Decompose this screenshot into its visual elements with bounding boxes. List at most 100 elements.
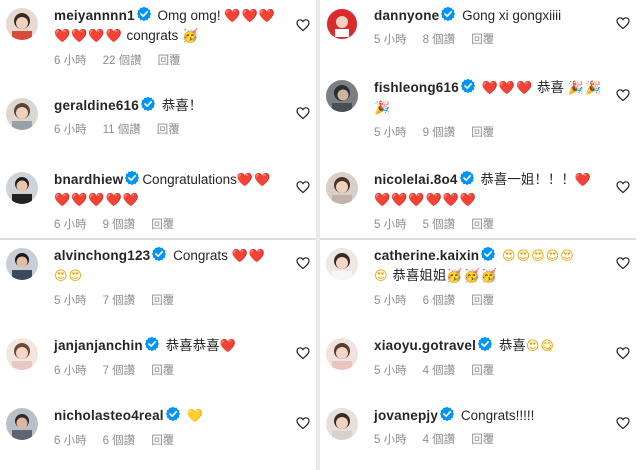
- username[interactable]: fishleong616: [374, 80, 459, 95]
- verified-badge-icon: [136, 6, 151, 22]
- like-count[interactable]: 5 個讚: [423, 219, 456, 231]
- like-count[interactable]: 7 個讚: [103, 295, 136, 307]
- heart-eyes-emoji: 😍😋: [525, 339, 555, 354]
- comment-meta: 5 小時 7 個讚 回覆: [54, 292, 286, 311]
- reply-button[interactable]: 回覆: [158, 55, 181, 67]
- avatar[interactable]: [6, 248, 38, 280]
- timestamp: 5 小時: [374, 365, 407, 377]
- reply-button[interactable]: 回覆: [151, 365, 174, 377]
- heart-outline-icon[interactable]: [296, 346, 310, 360]
- heart-outline-icon[interactable]: [616, 16, 630, 30]
- verified-badge-icon: [441, 6, 456, 22]
- username[interactable]: xiaoyu.gotravel: [374, 338, 476, 353]
- heart-outline-icon[interactable]: [616, 180, 630, 194]
- comment-meta: 6 小時 7 個讚 回覆: [54, 362, 286, 381]
- avatar[interactable]: [326, 338, 358, 370]
- verified-badge-icon: [152, 246, 167, 262]
- heart-outline-icon[interactable]: [296, 18, 310, 32]
- username[interactable]: geraldine616: [54, 98, 139, 113]
- comment-text: Congratulations: [142, 172, 237, 187]
- reply-button[interactable]: 回覆: [157, 124, 180, 136]
- heart-outline-icon[interactable]: [616, 256, 630, 270]
- avatar[interactable]: [326, 8, 358, 40]
- comment-text: 恭喜姐姐: [392, 268, 447, 283]
- heart-outline-icon[interactable]: [616, 88, 630, 102]
- verified-badge-icon: [125, 170, 140, 186]
- reply-button[interactable]: 回覆: [471, 365, 494, 377]
- timestamp: 6 小時: [54, 124, 87, 136]
- avatar[interactable]: [6, 338, 38, 370]
- heart-outline-icon[interactable]: [616, 416, 630, 430]
- avatar[interactable]: [6, 408, 38, 440]
- party-popper-emoji: 🎉🎉: [567, 81, 603, 96]
- username[interactable]: nicholasteo4real: [54, 408, 164, 423]
- reply-button[interactable]: 回覆: [471, 34, 494, 46]
- avatar[interactable]: [326, 80, 358, 112]
- comment-meta: 5 小時 8 個讚 回覆: [374, 31, 606, 50]
- heart-eyes-emoji: 😍😍😍😍😍: [502, 249, 575, 264]
- yellow-heart-emoji: 💛: [186, 409, 204, 424]
- comment-text: 恭喜: [498, 338, 526, 353]
- reply-button[interactable]: 回覆: [471, 434, 494, 446]
- reply-button[interactable]: 回覆: [471, 219, 494, 231]
- like-count[interactable]: 9 個讚: [423, 127, 456, 139]
- avatar[interactable]: [6, 8, 38, 40]
- reply-button[interactable]: 回覆: [151, 295, 174, 307]
- heart-outline-icon[interactable]: [296, 106, 310, 120]
- username[interactable]: janjanjanchin: [54, 338, 143, 353]
- section-divider: [320, 238, 636, 240]
- timestamp: 5 小時: [374, 34, 407, 46]
- like-count[interactable]: 9 個讚: [103, 219, 136, 231]
- like-count[interactable]: 11 個讚: [103, 124, 141, 136]
- like-count[interactable]: 22 個讚: [103, 55, 142, 67]
- comment-meta: 5 小時 4 個讚 回覆: [374, 431, 606, 450]
- heart-eyes-emoji: 😍: [374, 269, 389, 284]
- avatar[interactable]: [326, 172, 358, 204]
- timestamp: 5 小時: [374, 295, 407, 307]
- username[interactable]: nicolelai.8o4: [374, 172, 458, 187]
- username[interactable]: catherine.kaixin: [374, 248, 479, 263]
- party-face-emoji: 🥳: [182, 29, 200, 44]
- heart-emoji: ❤️❤️❤️❤️❤️: [54, 193, 140, 208]
- heart-emoji: ❤️❤️❤️❤️: [54, 29, 123, 44]
- reply-button[interactable]: 回覆: [151, 219, 174, 231]
- comment-meta: 5 小時 9 個讚 回覆: [374, 124, 606, 143]
- comment-meta: 5 小時 5 個讚 回覆: [374, 216, 606, 235]
- username[interactable]: jovanepjy: [374, 408, 438, 423]
- avatar[interactable]: [6, 98, 38, 130]
- like-count[interactable]: 8 個讚: [423, 34, 456, 46]
- comment-text: Congrats!!!!!: [460, 408, 535, 423]
- like-count[interactable]: 6 個讚: [423, 295, 456, 307]
- verified-badge-icon: [459, 170, 474, 186]
- heart-outline-icon[interactable]: [296, 256, 310, 270]
- like-count[interactable]: 7 個讚: [103, 365, 136, 377]
- reply-button[interactable]: 回覆: [471, 127, 494, 139]
- heart-outline-icon[interactable]: [296, 416, 310, 430]
- comment-meta: 5 小時 4 個讚 回覆: [374, 362, 606, 381]
- heart-outline-icon[interactable]: [296, 180, 310, 194]
- username[interactable]: bnardhiew: [54, 172, 123, 187]
- reply-button[interactable]: 回覆: [471, 295, 494, 307]
- username[interactable]: dannyone: [374, 8, 439, 23]
- like-count[interactable]: 4 個讚: [423, 434, 456, 446]
- comment-text: Congrats: [173, 248, 228, 263]
- avatar[interactable]: [326, 248, 358, 280]
- reply-button[interactable]: 回覆: [151, 435, 174, 447]
- section-divider: [0, 238, 316, 240]
- comment-meta: 5 小時 6 個讚 回覆: [374, 292, 606, 311]
- verified-badge-icon: [481, 246, 496, 262]
- avatar[interactable]: [326, 408, 358, 440]
- heart-outline-icon[interactable]: [616, 346, 630, 360]
- comment-text: 恭喜！: [161, 98, 203, 113]
- comment-text: congrats: [126, 28, 179, 43]
- comment-text: Omg omg!: [157, 8, 221, 23]
- username[interactable]: meiyannnn1: [54, 8, 135, 23]
- heart-emoji: ❤️❤️: [236, 173, 272, 188]
- timestamp: 5 小時: [54, 295, 87, 307]
- heart-emoji: ❤️❤️❤️: [481, 81, 534, 96]
- like-count[interactable]: 4 個讚: [423, 365, 456, 377]
- heart-emoji: ❤️: [574, 173, 593, 188]
- like-count[interactable]: 6 個讚: [103, 435, 136, 447]
- avatar[interactable]: [6, 172, 38, 204]
- username[interactable]: alvinchong123: [54, 248, 150, 263]
